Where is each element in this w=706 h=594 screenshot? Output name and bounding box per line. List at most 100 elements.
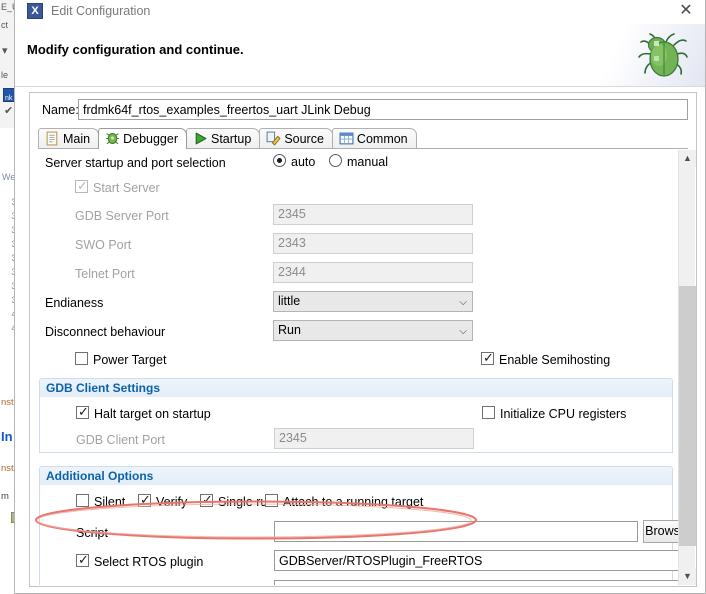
additional-options-body: Silent ✓ Verify ✓ Single run Attach to a… bbox=[39, 485, 689, 585]
endianess-value: little bbox=[278, 294, 301, 308]
tab-label: Startup bbox=[211, 132, 252, 146]
swo-port-field[interactable]: 2343 bbox=[273, 233, 473, 254]
bug-gear-icon bbox=[105, 131, 120, 145]
header-divider bbox=[15, 86, 705, 87]
background-text-fragment: ct bbox=[1, 20, 9, 30]
server-startup-row: Server startup and port selection auto m… bbox=[31, 152, 695, 180]
radio-auto-label: auto bbox=[291, 155, 316, 169]
dialog-title: Edit Configuration bbox=[51, 4, 151, 18]
config-panel: Name: Main Debugger Startup Source Common Se… bbox=[29, 92, 697, 587]
checkmark-icon: ✓ bbox=[78, 552, 89, 567]
halt-target-label: Halt target on startup bbox=[94, 407, 211, 421]
disconnect-behaviour-row: Disconnect behaviour Run ⌵ bbox=[31, 320, 695, 348]
attach-running-target-label: Attach to a running target bbox=[283, 495, 424, 509]
checkmark-icon: ✓ bbox=[77, 178, 88, 193]
halt-target-checkbox[interactable]: ✓ bbox=[76, 404, 89, 419]
telnet-port-field[interactable]: 2344 bbox=[273, 262, 473, 283]
tab-label: Common bbox=[356, 132, 408, 146]
tab-startup[interactable]: Startup bbox=[186, 128, 261, 149]
rtos-plugin-input[interactable] bbox=[274, 550, 689, 571]
gdb-client-settings-body: ✓ Halt target on startup Initialize CPU … bbox=[39, 397, 673, 453]
radio-auto-dot bbox=[277, 158, 282, 163]
silent-label: Silent bbox=[94, 495, 126, 509]
chevron-up-icon[interactable]: ▲ bbox=[679, 150, 696, 167]
close-icon[interactable]: ✕ bbox=[671, 0, 701, 22]
background-check-icon: ✔ bbox=[4, 105, 14, 117]
tab-label: Debugger bbox=[123, 132, 178, 146]
verify-checkbox[interactable]: ✓ bbox=[138, 492, 151, 507]
start-server-checkbox[interactable]: ✓ bbox=[75, 178, 88, 193]
tab-main[interactable]: Main bbox=[38, 128, 100, 149]
edit-configuration-dialog: X Edit Configuration ✕ Modify configurat… bbox=[14, 0, 706, 594]
grid-icon bbox=[339, 131, 354, 145]
enable-semihosting-checkbox[interactable]: ✓ bbox=[481, 350, 494, 365]
power-semihosting-row: Power Target ✓ Enable Semihosting bbox=[31, 349, 695, 377]
tab-debugger[interactable]: Debugger bbox=[98, 128, 187, 149]
enable-semihosting-label: Enable Semihosting bbox=[499, 353, 611, 367]
chevron-down-icon: ⌵ bbox=[459, 297, 467, 308]
telnet-port-label: Telnet Port bbox=[75, 267, 135, 281]
swo-port-row: SWO Port 2343 bbox=[31, 233, 695, 261]
gdb-client-port-field[interactable]: 2345 bbox=[274, 428, 474, 449]
single-run-checkbox[interactable]: ✓ bbox=[200, 492, 213, 507]
endianess-row: Endianess little ⌵ bbox=[31, 291, 695, 319]
verify-label: Verify bbox=[156, 495, 188, 509]
gdb-server-port-label: GDB Server Port bbox=[75, 209, 169, 223]
start-server-row: ✓ Start Server bbox=[31, 178, 695, 206]
debugger-form: Server startup and port selection auto m… bbox=[31, 150, 695, 585]
start-server-label: Start Server bbox=[93, 181, 160, 195]
server-startup-label: Server startup and port selection bbox=[45, 156, 226, 170]
disconnect-behaviour-select[interactable]: Run ⌵ bbox=[273, 320, 473, 341]
silent-checkbox[interactable] bbox=[76, 494, 89, 507]
endianess-label: Endianess bbox=[45, 296, 104, 310]
select-rtos-plugin-label: Select RTOS plugin bbox=[94, 555, 204, 569]
attach-running-target-checkbox[interactable] bbox=[265, 494, 278, 507]
form-vertical-scrollbar[interactable]: ▲ ▼ bbox=[678, 150, 696, 585]
initialize-cpu-registers-label: Initialize CPU registers bbox=[500, 407, 627, 421]
swo-port-label: SWO Port bbox=[75, 238, 132, 252]
other-server-options-input[interactable] bbox=[274, 580, 689, 585]
select-rtos-plugin-checkbox[interactable]: ✓ bbox=[76, 552, 89, 567]
radio-manual[interactable] bbox=[329, 154, 342, 167]
app-icon: X bbox=[27, 3, 43, 19]
gdb-server-port-row: GDB Server Port 2345 bbox=[31, 204, 695, 232]
power-target-checkbox[interactable] bbox=[75, 352, 88, 365]
power-target-label: Power Target bbox=[93, 353, 167, 367]
gdb-client-settings-header: GDB Client Settings bbox=[39, 378, 673, 397]
pencil-icon bbox=[266, 131, 281, 146]
telnet-port-row: Telnet Port 2344 bbox=[31, 262, 695, 290]
script-label: Script bbox=[76, 526, 108, 540]
tab-label: Main bbox=[63, 132, 91, 146]
configuration-name-input[interactable] bbox=[78, 99, 688, 120]
initialize-cpu-registers-checkbox[interactable] bbox=[482, 406, 495, 419]
radio-manual-label: manual bbox=[347, 155, 388, 169]
tab-strip: Main Debugger Startup Source Common bbox=[38, 128, 688, 149]
disconnect-behaviour-value: Run bbox=[278, 323, 301, 337]
background-text-fragment: le bbox=[1, 70, 9, 80]
checkmark-icon: ✓ bbox=[78, 404, 89, 419]
checkmark-icon: ✓ bbox=[202, 492, 213, 507]
gdb-client-settings-title: GDB Client Settings bbox=[46, 381, 161, 395]
dialog-header: Modify configuration and continue. bbox=[15, 24, 705, 86]
endianess-select[interactable]: little ⌵ bbox=[273, 291, 473, 312]
background-caret-icon: ▾ bbox=[2, 45, 8, 57]
gdb-client-port-label: GDB Client Port bbox=[76, 433, 165, 447]
radio-auto[interactable] bbox=[273, 154, 286, 167]
green-bug-icon bbox=[638, 33, 688, 77]
additional-options-title: Additional Options bbox=[46, 469, 154, 483]
chevron-down-icon[interactable]: ▼ bbox=[679, 568, 696, 585]
checkmark-icon: ✓ bbox=[140, 492, 151, 507]
script-input[interactable] bbox=[274, 521, 638, 542]
tab-common[interactable]: Common bbox=[331, 128, 417, 149]
tab-source[interactable]: Source bbox=[259, 128, 333, 149]
document-icon bbox=[45, 131, 60, 146]
tab-label: Source bbox=[284, 132, 324, 146]
play-icon bbox=[193, 131, 208, 145]
gdb-server-port-field[interactable]: 2345 bbox=[273, 204, 473, 225]
other-server-options-label: Other server options bbox=[76, 584, 189, 585]
name-row: Name: bbox=[30, 93, 696, 125]
scrollbar-thumb[interactable] bbox=[679, 286, 696, 546]
additional-options-header: Additional Options bbox=[39, 466, 673, 485]
chevron-down-icon: ⌵ bbox=[459, 326, 467, 337]
checkmark-icon: ✓ bbox=[483, 350, 494, 365]
